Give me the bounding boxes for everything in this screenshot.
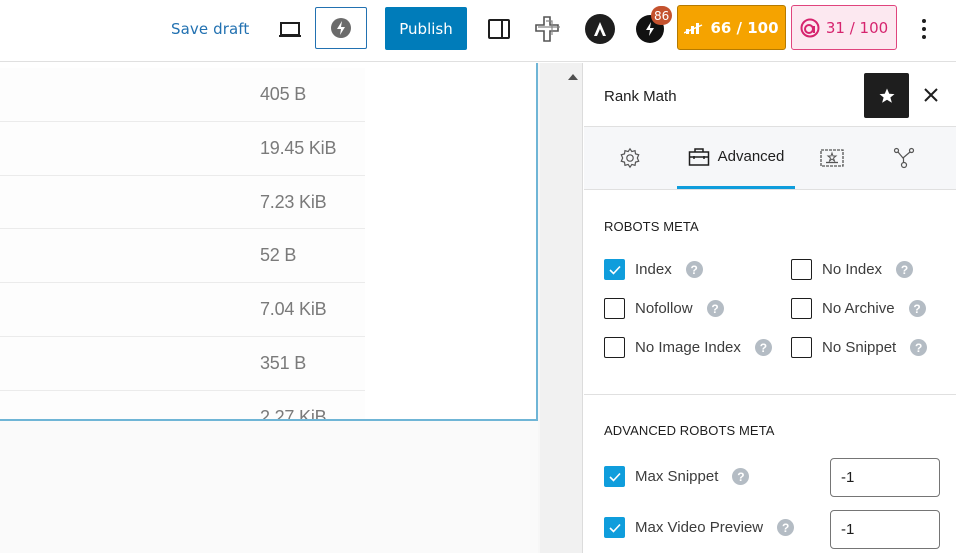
editor-scrollbar[interactable] (540, 63, 583, 553)
help-icon[interactable]: ? (732, 468, 750, 485)
checkbox-nosnippet[interactable] (791, 337, 812, 358)
seo-score-button[interactable]: 66 / 100 (677, 5, 786, 50)
social-share-icon (893, 147, 915, 169)
content-ai-score-button[interactable]: 31 / 100 (791, 5, 897, 50)
option-label: Index (635, 261, 672, 278)
close-icon[interactable] (921, 85, 941, 105)
help-icon[interactable]: ? (706, 300, 724, 317)
performance-button[interactable] (315, 7, 367, 49)
plugin-knot-icon[interactable] (532, 13, 564, 45)
robots-option-nofollow[interactable]: Nofollow ? (604, 298, 724, 319)
file-size: 52 B (260, 245, 297, 266)
embedded-file-table: 405 B 19.45 KiB 7.23 KiB 52 B 7.04 KiB 3… (0, 63, 538, 421)
tab-general[interactable] (608, 127, 652, 189)
scroll-up-arrow-icon[interactable] (568, 74, 578, 80)
settings-sidebar-toggle-icon[interactable] (488, 19, 510, 39)
checkbox-noimageindex[interactable] (604, 337, 625, 358)
file-size: 351 B (260, 352, 307, 373)
file-size: 7.04 KiB (260, 299, 327, 320)
robots-option-index[interactable]: Index ? (604, 259, 703, 280)
lightning-icon (331, 18, 351, 38)
table-row: 7.04 KiB (0, 283, 365, 337)
schema-icon (820, 149, 844, 167)
help-icon[interactable]: ? (910, 339, 928, 356)
advanced-option-max-snippet[interactable]: Max Snippet ? (604, 466, 750, 487)
rank-math-sidebar: Rank Math Advanced ROBOTS META Index ? N… (584, 63, 956, 553)
file-size: 7.23 KiB (260, 191, 327, 212)
tab-social[interactable] (884, 127, 924, 189)
advanced-robots-meta-section: ADVANCED ROBOTS META Max Snippet ? Max V… (584, 395, 956, 553)
checkbox-max-video-preview[interactable] (604, 517, 625, 538)
content-ai-icon (800, 18, 820, 37)
file-size: 2.27 KiB (260, 406, 327, 421)
file-size: 19.45 KiB (260, 137, 337, 158)
robots-meta-title: ROBOTS META (604, 219, 699, 234)
robots-option-noarchive[interactable]: No Archive ? (791, 298, 926, 319)
desktop-preview-icon[interactable] (277, 18, 303, 42)
editor-blank-area (0, 421, 538, 553)
checkbox-noarchive[interactable] (791, 298, 812, 319)
help-icon[interactable]: ? (685, 261, 703, 278)
help-icon[interactable]: ? (754, 339, 772, 356)
option-label: Max Snippet (635, 468, 719, 485)
notification-badge: 86 (651, 6, 673, 25)
checkbox-nofollow[interactable] (604, 298, 625, 319)
editor-canvas: 405 B 19.45 KiB 7.23 KiB 52 B 7.04 KiB 3… (0, 63, 583, 553)
max-snippet-input[interactable] (830, 458, 940, 497)
checkbox-noindex[interactable] (791, 259, 812, 280)
toolbox-icon (688, 147, 709, 166)
gear-icon (620, 147, 640, 169)
astra-icon[interactable] (585, 14, 615, 44)
max-video-preview-input[interactable] (830, 510, 940, 549)
file-size: 405 B (260, 84, 307, 104)
option-label: Max Video Preview (635, 519, 764, 536)
editor-toolbar: Save draft Publish 86 66 / 100 31 / 100 (0, 0, 956, 62)
sidebar-title: Rank Math (604, 88, 677, 105)
help-icon[interactable]: ? (896, 261, 914, 278)
sidebar-header: Rank Math (584, 63, 956, 127)
save-draft-button[interactable]: Save draft (171, 20, 249, 38)
table-row: 7.23 KiB (0, 175, 365, 230)
more-options-icon[interactable] (917, 16, 931, 42)
pin-favorite-button[interactable] (864, 73, 909, 118)
seo-score-value: 66 / 100 (710, 18, 779, 37)
robots-option-nosnippet[interactable]: No Snippet ? (791, 337, 928, 358)
table-row: 405 B (0, 68, 365, 122)
robots-meta-section: ROBOTS META Index ? No Index ? Nofollow … (584, 190, 956, 395)
advanced-option-max-video-preview[interactable]: Max Video Preview ? (604, 517, 795, 538)
table-row: 52 B (0, 229, 365, 284)
option-label: No Index (822, 261, 883, 278)
robots-option-noindex[interactable]: No Index ? (791, 259, 914, 280)
help-icon[interactable]: ? (777, 519, 795, 536)
table-row: 2.27 KiB (0, 390, 365, 421)
option-label: No Snippet (822, 339, 897, 356)
checkbox-index[interactable] (604, 259, 625, 280)
sidebar-tabs: Advanced (584, 127, 956, 190)
advanced-robots-meta-title: ADVANCED ROBOTS META (604, 423, 775, 438)
tab-schema[interactable] (812, 127, 852, 189)
robots-option-noimageindex[interactable]: No Image Index ? (604, 337, 772, 358)
star-icon (879, 88, 894, 103)
option-label: No Archive (822, 300, 895, 317)
tab-advanced-label: Advanced (717, 148, 785, 165)
table-row: 19.45 KiB (0, 121, 365, 176)
checkbox-max-snippet[interactable] (604, 466, 625, 487)
table-row: 351 B (0, 336, 365, 391)
publish-button[interactable]: Publish (385, 7, 467, 50)
option-label: No Image Index (635, 339, 741, 356)
option-label: Nofollow (635, 300, 693, 317)
help-icon[interactable]: ? (908, 300, 926, 317)
content-ai-score-value: 31 / 100 (825, 18, 889, 37)
rank-math-chart-icon (684, 22, 703, 34)
tab-advanced[interactable]: Advanced (677, 127, 795, 189)
